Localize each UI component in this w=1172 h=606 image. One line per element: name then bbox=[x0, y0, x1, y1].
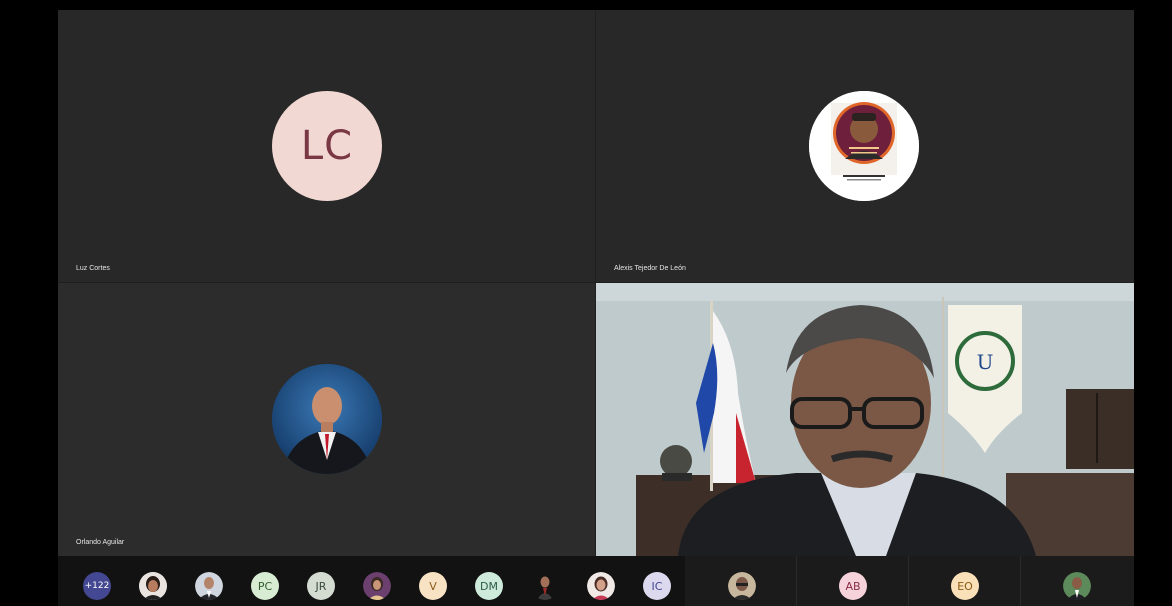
participant-name: Alexis Tejedor De León bbox=[614, 265, 686, 272]
video-grid: LC Luz Cortes Alexis Tejedor De León Orl… bbox=[58, 10, 1134, 606]
participant-avatar-initials[interactable]: DM bbox=[475, 572, 503, 600]
person-photo-icon bbox=[195, 572, 223, 600]
participant-avatar[interactable] bbox=[587, 572, 615, 600]
participant-name: Luz Cortes bbox=[76, 265, 110, 272]
participant-avatar[interactable] bbox=[139, 572, 167, 600]
avatar-initials: PC bbox=[257, 579, 273, 593]
participant-tile-alexis[interactable]: Alexis Tejedor De León bbox=[596, 10, 1134, 282]
divider bbox=[1020, 556, 1021, 606]
avatar-initials: V bbox=[429, 579, 437, 593]
profile-avatar bbox=[272, 364, 382, 474]
divider bbox=[796, 556, 797, 606]
person-photo-icon bbox=[363, 572, 391, 600]
participant-name: Orlando Aguilar bbox=[76, 539, 125, 546]
participant-tile-live-video[interactable]: U bbox=[596, 283, 1134, 556]
participant-tile-orlando[interactable]: Orlando Aguilar bbox=[58, 283, 595, 556]
person-photo-icon bbox=[728, 572, 756, 600]
divider bbox=[908, 556, 909, 606]
participant-avatar-initials[interactable]: JR bbox=[307, 572, 335, 600]
person-photo-icon bbox=[587, 572, 615, 600]
initials-avatar: LC bbox=[272, 91, 382, 201]
participant-avatar-initials[interactable]: V bbox=[419, 572, 447, 600]
participant-avatar-initials[interactable]: AB bbox=[839, 572, 867, 600]
participant-avatar-initials[interactable]: PC bbox=[251, 572, 279, 600]
avatar-initials: LC bbox=[300, 123, 354, 169]
svg-text:U: U bbox=[977, 350, 994, 374]
more-participants-button[interactable]: +122 bbox=[83, 572, 111, 600]
person-photo-icon bbox=[531, 572, 559, 600]
participant-avatar[interactable] bbox=[728, 572, 756, 600]
profile-picture-icon bbox=[809, 91, 919, 201]
participant-avatar-initials[interactable]: IC bbox=[643, 572, 671, 600]
avatar-initials: DM bbox=[480, 579, 498, 593]
avatar-initials: IC bbox=[651, 579, 663, 593]
more-participants-count: +122 bbox=[84, 581, 110, 591]
profile-picture-icon bbox=[272, 364, 382, 474]
person-photo-icon bbox=[139, 572, 167, 600]
participant-tile-luz-cortes[interactable]: LC Luz Cortes bbox=[58, 10, 595, 282]
participant-strip: +122 PC JR V DM IC AB EO bbox=[58, 556, 1134, 606]
participant-avatar-initials[interactable]: EO bbox=[951, 572, 979, 600]
avatar-initials: EO bbox=[957, 579, 973, 593]
person-photo-icon bbox=[1063, 572, 1091, 600]
participant-avatar[interactable] bbox=[195, 572, 223, 600]
participant-avatar[interactable] bbox=[1063, 572, 1091, 600]
video-feed: U bbox=[596, 283, 1134, 556]
participant-avatar[interactable] bbox=[531, 572, 559, 600]
profile-avatar bbox=[809, 91, 919, 201]
avatar-initials: AB bbox=[845, 579, 861, 593]
avatar-initials: JR bbox=[315, 579, 327, 593]
participant-avatar[interactable] bbox=[363, 572, 391, 600]
